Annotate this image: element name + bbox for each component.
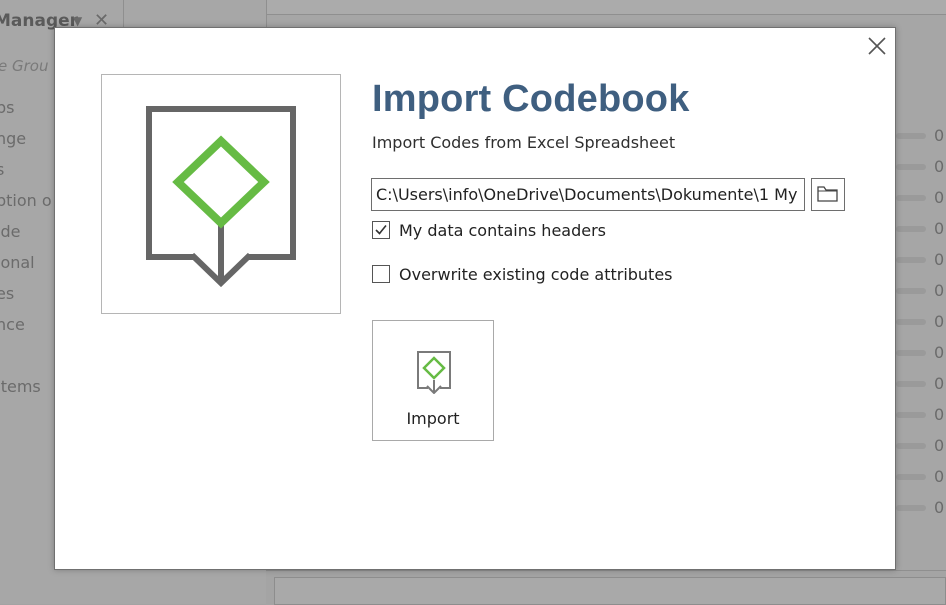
headers-checkbox-row[interactable]: My data contains headers bbox=[372, 219, 606, 241]
value-row: 0 bbox=[896, 368, 946, 399]
dialog-subtitle: Import Codes from Excel Spreadsheet bbox=[372, 133, 676, 152]
headers-checkbox[interactable] bbox=[372, 221, 390, 239]
value-column: 0 0 0 0 0 0 0 0 0 0 0 0 0 bbox=[896, 120, 946, 523]
value-row: 0 bbox=[896, 120, 946, 151]
value-row: 0 bbox=[896, 430, 946, 461]
import-icon bbox=[417, 351, 451, 394]
value-row: 0 bbox=[896, 275, 946, 306]
bottom-pane bbox=[266, 570, 946, 605]
overwrite-checkbox-label: Overwrite existing code attributes bbox=[399, 264, 673, 284]
overwrite-checkbox-row[interactable]: Overwrite existing code attributes bbox=[372, 263, 673, 285]
headers-checkbox-label: My data contains headers bbox=[399, 220, 606, 240]
import-codebook-dialog: Import Codebook Import Codes from Excel … bbox=[54, 27, 896, 570]
folder-icon bbox=[817, 186, 838, 202]
value-row: 0 bbox=[896, 213, 946, 244]
panel-search: e Grou bbox=[0, 46, 60, 82]
panel-search-placeholder: e Grou bbox=[0, 57, 49, 75]
close-button[interactable] bbox=[866, 35, 888, 57]
file-path-input[interactable] bbox=[371, 178, 805, 211]
overwrite-checkbox[interactable] bbox=[372, 265, 390, 283]
hero-image bbox=[101, 74, 341, 314]
value-row: 0 bbox=[896, 337, 946, 368]
close-icon bbox=[868, 37, 886, 55]
browse-button[interactable] bbox=[811, 178, 845, 211]
dialog-title: Import Codebook bbox=[372, 78, 690, 120]
value-row: 0 bbox=[896, 492, 946, 523]
value-row: 0 bbox=[896, 244, 946, 275]
import-button-label: Import bbox=[406, 409, 460, 428]
value-row: 0 bbox=[896, 399, 946, 430]
value-row: 0 bbox=[896, 182, 946, 213]
value-row: 0 bbox=[896, 461, 946, 492]
import-codebook-icon bbox=[146, 106, 296, 288]
value-row: 0 bbox=[896, 151, 946, 182]
checkmark-icon bbox=[375, 224, 387, 235]
value-row: 0 bbox=[896, 306, 946, 337]
import-button[interactable]: Import bbox=[372, 320, 494, 441]
